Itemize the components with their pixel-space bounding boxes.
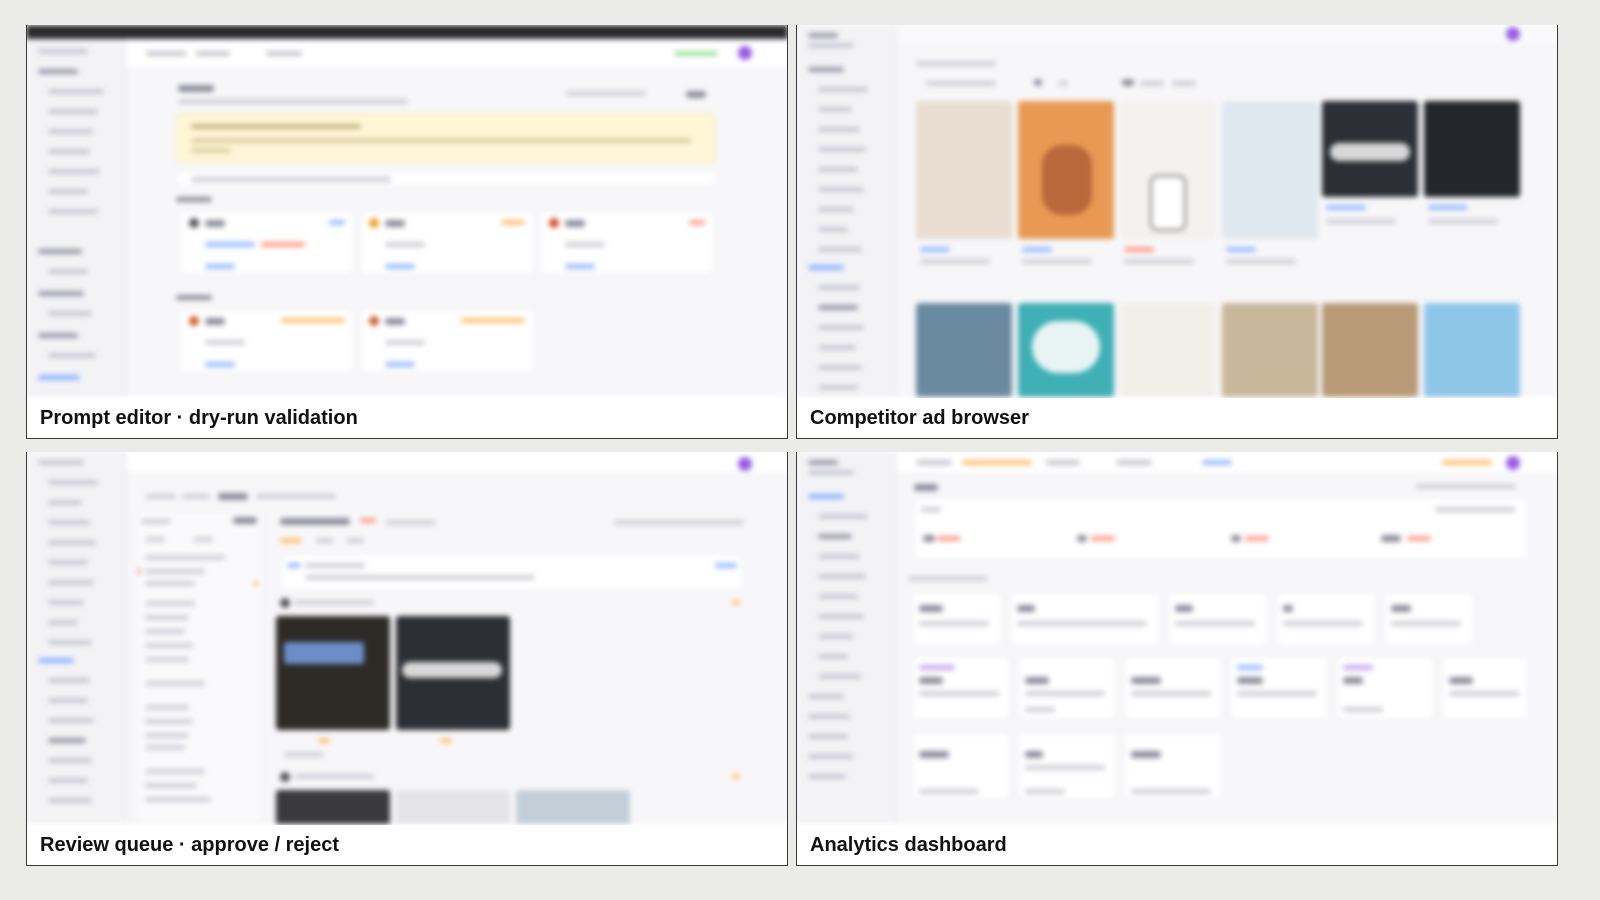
panel-review-queue: Review queue · approve / reject [26,452,788,866]
panel-caption: Competitor ad browser [796,398,1558,438]
panel-analytics-dashboard: Analytics dashboard [796,452,1558,866]
sidebar [26,452,126,824]
panel-competitor-ad-browser: Competitor ad browser [796,25,1558,439]
analytics-dashboard-screenshot [796,452,1558,824]
sidebar [26,39,126,397]
warning-banner [176,113,716,163]
sidebar [796,452,896,824]
panel-caption: Analytics dashboard [796,825,1558,865]
panel-caption: Prompt editor · dry-run validation [26,398,788,438]
competitor-ad-browser-screenshot [796,25,1558,397]
panel-caption: Review queue · approve / reject [26,825,788,865]
review-queue-screenshot [26,452,788,824]
panel-prompt-editor: Prompt editor · dry-run validation [26,25,788,439]
sidebar [796,25,896,397]
prompt-editor-screenshot [26,25,788,397]
